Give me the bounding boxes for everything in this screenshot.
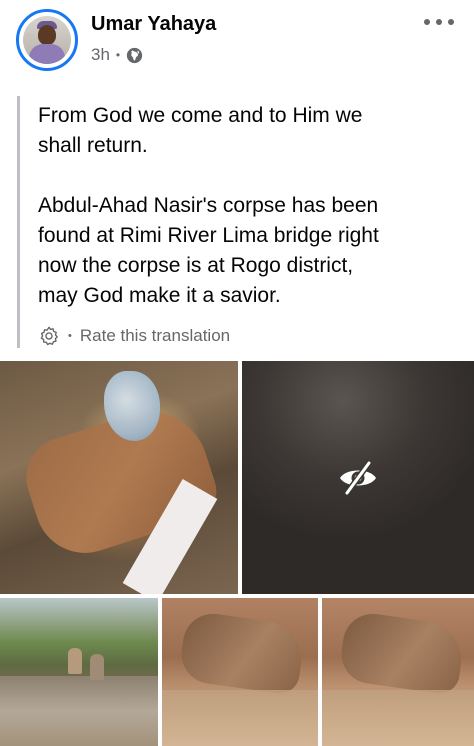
post-photo-1[interactable]: [0, 361, 238, 594]
sensitive-content-cover[interactable]: [242, 361, 474, 594]
post-photo-5[interactable]: [322, 598, 474, 746]
author-name[interactable]: Umar Yahaya: [91, 13, 216, 36]
post-paragraph: From God we come and to Him we shall ret…: [38, 104, 363, 157]
more-options-icon[interactable]: [424, 12, 454, 32]
post-photo-3[interactable]: [0, 598, 158, 746]
translation-quote-bar: [17, 96, 20, 348]
post-time[interactable]: 3h: [91, 45, 110, 65]
post-body: From God we come and to Him we shall ret…: [38, 101, 458, 311]
translation-bar: • Rate this translation: [38, 324, 230, 348]
avatar-image: [23, 16, 71, 64]
globe-icon[interactable]: [126, 47, 143, 64]
avatar[interactable]: [16, 9, 78, 71]
rate-translation-link[interactable]: Rate this translation: [80, 326, 230, 346]
translation-separator: •: [68, 330, 72, 342]
post-header: Umar Yahaya 3h •: [0, 0, 474, 80]
eye-slash-icon: [338, 459, 378, 496]
post-meta: 3h •: [91, 45, 143, 65]
post-paragraph: Abdul-Ahad Nasir's corpse has been found…: [38, 194, 379, 307]
post-photo-4[interactable]: [162, 598, 318, 746]
gear-icon[interactable]: [38, 325, 60, 347]
meta-separator: •: [115, 48, 121, 62]
